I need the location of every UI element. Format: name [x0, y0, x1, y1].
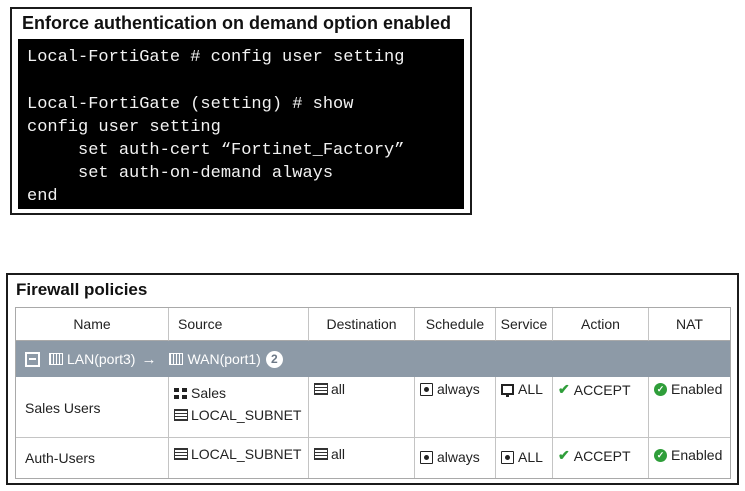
service-icon — [501, 383, 514, 397]
check-circle-icon: ✓ — [654, 448, 667, 462]
source-label: Sales — [191, 385, 227, 401]
schedule-entry[interactable]: always — [420, 381, 480, 397]
policy-name: Sales Users — [25, 399, 101, 416]
source-cell: Sales LOCAL_SUBNET — [169, 377, 309, 438]
action-entry: ✔ ACCEPT — [558, 447, 631, 464]
check-icon: ✔ — [558, 447, 570, 463]
policy-name-cell: Sales Users — [16, 377, 169, 438]
policy-table: Name Source Destination Schedule Service… — [15, 307, 731, 479]
arrow-right-icon: → — [141, 350, 157, 368]
firewall-policies-title: Firewall policies — [16, 280, 148, 299]
column-header-name[interactable]: Name — [16, 308, 169, 341]
action-label: ACCEPT — [573, 381, 631, 398]
source-entry[interactable]: LOCAL_SUBNET — [174, 446, 301, 462]
service-icon — [501, 450, 514, 464]
service-label: ALL — [518, 449, 543, 465]
nat-cell: ✓ Enabled — [649, 377, 730, 438]
group-source-interface: LAN(port3) — [67, 351, 136, 367]
service-cell: ALL — [496, 377, 553, 438]
action-cell: ✔ ACCEPT — [553, 438, 649, 478]
schedule-icon — [420, 382, 433, 396]
schedule-label: always — [437, 449, 480, 465]
interface-icon — [169, 353, 184, 365]
group-destination-interface: WAN(port1) — [187, 351, 261, 367]
column-header-destination[interactable]: Destination — [309, 308, 415, 341]
interface-icon — [49, 353, 63, 365]
nat-cell: ✓ Enabled — [649, 438, 730, 478]
schedule-entry[interactable]: always — [420, 449, 480, 465]
service-entry[interactable]: ALL — [501, 449, 543, 465]
column-header-service[interactable]: Service — [496, 308, 553, 341]
destination-label: all — [331, 446, 346, 462]
service-entry[interactable]: ALL — [501, 381, 543, 397]
cli-line: Local-FortiGate (setting) # show — [27, 95, 354, 114]
nat-label: Enabled — [671, 381, 723, 397]
policy-name: Auth-Users — [25, 450, 96, 466]
interface-pair-group-row[interactable]: LAN(port3) → WAN(port1) 2 — [16, 341, 730, 377]
source-entry[interactable]: Sales — [174, 385, 226, 401]
schedule-icon — [420, 450, 433, 464]
cli-line: end — [27, 187, 58, 206]
source-label: LOCAL_SUBNET — [191, 446, 302, 462]
collapse-icon[interactable] — [25, 351, 40, 367]
source-entry[interactable]: LOCAL_SUBNET — [174, 407, 301, 423]
destination-entry[interactable]: all — [314, 446, 345, 462]
source-cell: LOCAL_SUBNET — [169, 438, 309, 478]
nat-entry: ✓ Enabled — [654, 447, 722, 463]
check-icon: ✔ — [558, 381, 570, 397]
column-header-schedule[interactable]: Schedule — [415, 308, 496, 341]
firewall-policies-panel: Firewall policies Name Source Destinatio… — [6, 273, 739, 485]
cli-line: set auth-cert “Fortinet_Factory” — [27, 141, 405, 160]
cli-terminal: Local-FortiGate # config user setting Lo… — [18, 39, 464, 209]
destination-cell: all — [309, 438, 415, 478]
nat-entry: ✓ Enabled — [654, 381, 722, 397]
column-header-action[interactable]: Action — [553, 308, 649, 341]
action-cell: ✔ ACCEPT — [553, 377, 649, 438]
address-icon — [314, 448, 328, 460]
cli-line: set auth-on-demand always — [27, 164, 334, 183]
cli-panel: Enforce authentication on demand option … — [10, 7, 472, 215]
address-icon — [314, 383, 328, 395]
action-entry: ✔ ACCEPT — [558, 381, 631, 398]
service-label: ALL — [518, 381, 543, 397]
policy-count-badge: 2 — [265, 350, 283, 368]
source-label: LOCAL_SUBNET — [191, 407, 302, 423]
destination-label: all — [331, 381, 346, 397]
policy-name-cell: Auth-Users — [16, 438, 169, 478]
address-icon — [174, 448, 188, 460]
service-cell: ALL — [496, 438, 553, 478]
address-group-icon — [174, 387, 187, 399]
destination-entry[interactable]: all — [314, 381, 345, 397]
cli-line: Local-FortiGate # config user setting — [27, 48, 405, 67]
column-header-nat[interactable]: NAT — [649, 308, 730, 341]
nat-label: Enabled — [671, 447, 723, 463]
column-header-source[interactable]: Source — [169, 308, 309, 341]
cli-title: Enforce authentication on demand option … — [22, 13, 452, 33]
schedule-cell: always — [415, 377, 496, 438]
address-icon — [174, 409, 188, 421]
destination-cell: all — [309, 377, 415, 438]
cli-line: config user setting — [27, 118, 221, 137]
schedule-label: always — [437, 381, 480, 397]
check-circle-icon: ✓ — [654, 382, 667, 396]
schedule-cell: always — [415, 438, 496, 478]
action-label: ACCEPT — [573, 447, 631, 464]
